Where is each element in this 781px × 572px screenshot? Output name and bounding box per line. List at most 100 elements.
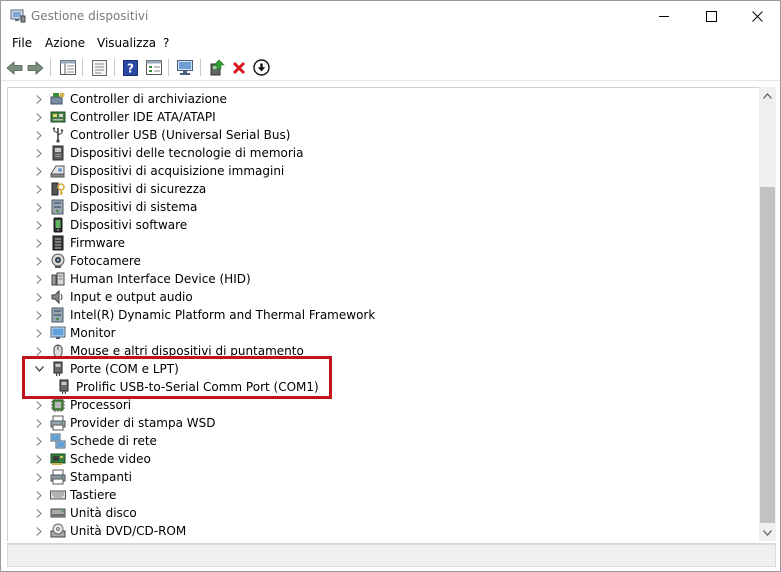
red-x-icon xyxy=(232,61,245,74)
back-button[interactable] xyxy=(5,58,24,77)
properties-button[interactable] xyxy=(90,58,109,77)
tree-item-label: Dispositivi di acquisizione immagini xyxy=(70,164,285,178)
category-item[interactable]: Provider di stampa WSD xyxy=(32,414,216,432)
category-item[interactable]: Stampanti xyxy=(32,468,132,486)
chevron-right-icon[interactable] xyxy=(32,452,46,466)
audio-icon xyxy=(50,289,66,305)
category-item[interactable]: Tastiere xyxy=(32,486,116,504)
tree-item-label: Fotocamere xyxy=(70,254,141,268)
chevron-right-icon[interactable] xyxy=(32,164,46,178)
monitor-scan-icon xyxy=(176,59,193,75)
category-item[interactable]: Porte (COM e LPT) xyxy=(32,360,179,378)
update-driver-button[interactable] xyxy=(207,58,226,77)
system-device-icon xyxy=(50,199,66,215)
chevron-right-icon[interactable] xyxy=(32,92,46,106)
toolbar-separator xyxy=(50,59,51,76)
chevron-down-icon[interactable] xyxy=(32,362,46,376)
category-item[interactable]: Processori xyxy=(32,396,131,414)
chevron-right-icon[interactable] xyxy=(32,128,46,142)
chevron-right-icon[interactable] xyxy=(32,290,46,304)
maximize-button[interactable] xyxy=(688,1,734,32)
chevron-right-icon[interactable] xyxy=(32,326,46,340)
ide-controller-icon xyxy=(50,109,66,125)
chevron-right-icon[interactable] xyxy=(32,272,46,286)
chevron-right-icon[interactable] xyxy=(32,434,46,448)
thermal-framework-icon xyxy=(50,307,66,323)
disk-drive-icon xyxy=(50,505,66,521)
scan-hardware-button[interactable] xyxy=(176,58,195,77)
scroll-thumb[interactable] xyxy=(760,187,775,523)
chevron-right-icon[interactable] xyxy=(32,200,46,214)
category-item[interactable]: Schede di rete xyxy=(32,432,157,450)
down-arrow-circle-icon xyxy=(253,59,270,76)
category-item[interactable]: Dispositivi di sistema xyxy=(32,198,197,216)
tree-item-label: Schede video xyxy=(70,452,151,466)
category-item[interactable]: Input e output audio xyxy=(32,288,193,306)
category-item[interactable]: Dispositivi delle tecnologie di memoria xyxy=(32,144,303,162)
export-list-button[interactable] xyxy=(144,58,163,77)
tree-item-label: Controller di archiviazione xyxy=(70,92,227,106)
status-bar xyxy=(7,543,776,567)
chevron-right-icon[interactable] xyxy=(32,308,46,322)
category-item[interactable]: Dispositivi software xyxy=(32,216,187,234)
minimize-button[interactable] xyxy=(641,1,687,32)
close-button[interactable] xyxy=(734,1,780,32)
svg-text:?: ? xyxy=(127,61,134,75)
category-item[interactable]: Dispositivi di sicurezza xyxy=(32,180,206,198)
chevron-right-icon[interactable] xyxy=(32,146,46,160)
chevron-right-icon[interactable] xyxy=(32,506,46,520)
category-item[interactable]: Unità disco xyxy=(32,504,137,522)
category-item[interactable]: Fotocamere xyxy=(32,252,141,270)
tree-item-label: Controller USB (Universal Serial Bus) xyxy=(70,128,291,142)
menu-help[interactable]: ? xyxy=(163,36,169,50)
category-item[interactable]: Controller di archiviazione xyxy=(32,90,227,108)
chevron-right-icon[interactable] xyxy=(32,470,46,484)
chevron-right-icon[interactable] xyxy=(32,254,46,268)
toolbar-separator xyxy=(200,59,201,76)
category-item[interactable]: Intel(R) Dynamic Platform and Thermal Fr… xyxy=(32,306,375,324)
chevron-right-icon[interactable] xyxy=(32,110,46,124)
chevron-right-icon[interactable] xyxy=(32,524,46,538)
chevron-right-icon[interactable] xyxy=(32,218,46,232)
scroll-down-button[interactable] xyxy=(759,524,776,541)
firmware-icon xyxy=(50,235,66,251)
category-item[interactable]: Mouse e altri dispositivi di puntamento xyxy=(32,342,304,360)
chevron-right-icon[interactable] xyxy=(32,488,46,502)
software-device-icon xyxy=(50,217,66,233)
category-item[interactable]: Human Interface Device (HID) xyxy=(32,270,251,288)
forward-button[interactable] xyxy=(26,58,45,77)
category-item[interactable]: Controller USB (Universal Serial Bus) xyxy=(32,126,290,144)
device-item[interactable]: Prolific USB-to-Serial Comm Port (COM1) xyxy=(52,378,319,396)
toolbar: ? xyxy=(1,54,780,81)
category-item[interactable]: Schede video xyxy=(32,450,151,468)
category-item[interactable]: Monitor xyxy=(32,324,116,342)
toolbar-separator xyxy=(114,59,115,76)
menu-azione[interactable]: Azione xyxy=(45,36,85,50)
chevron-up-icon xyxy=(763,92,772,99)
category-item[interactable]: Unità DVD/CD-ROM xyxy=(32,522,186,540)
menu-visualizza[interactable]: Visualizza xyxy=(97,36,156,50)
scroll-up-button[interactable] xyxy=(759,87,776,104)
help-button[interactable]: ? xyxy=(121,58,140,77)
category-item[interactable]: Dispositivi di acquisizione immagini xyxy=(32,162,284,180)
show-hide-console-tree-button[interactable] xyxy=(58,58,77,77)
tree-item-label: Tastiere xyxy=(70,488,117,502)
chevron-right-icon[interactable] xyxy=(32,398,46,412)
category-item[interactable]: Controller IDE ATA/ATAPI xyxy=(32,108,216,126)
category-item[interactable]: Firmware xyxy=(32,234,125,252)
vertical-scrollbar[interactable] xyxy=(759,87,776,541)
chevron-right-icon[interactable] xyxy=(32,344,46,358)
device-tree: Controller di archiviazione Controller ID… xyxy=(7,87,759,541)
tree-item-label: Unità DVD/CD-ROM xyxy=(70,524,187,538)
chevron-right-icon[interactable] xyxy=(32,416,46,430)
chevron-right-icon[interactable] xyxy=(32,182,46,196)
hid-icon xyxy=(50,271,66,287)
menu-file[interactable]: File xyxy=(12,36,32,50)
disable-device-button[interactable] xyxy=(252,58,271,77)
printer-icon xyxy=(50,469,66,485)
tree-item-label: Dispositivi di sicurezza xyxy=(70,182,207,196)
dvd-drive-icon xyxy=(50,523,66,539)
security-device-icon xyxy=(50,181,66,197)
uninstall-device-button[interactable] xyxy=(229,58,248,77)
chevron-right-icon[interactable] xyxy=(32,236,46,250)
